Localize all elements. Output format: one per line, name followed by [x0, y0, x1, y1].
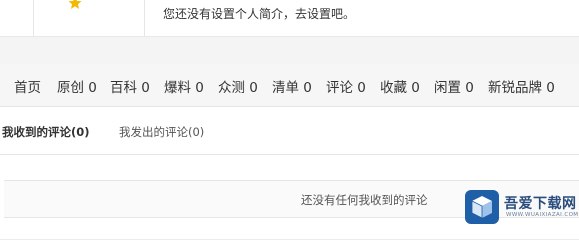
nav-home[interactable]: 首页	[14, 76, 41, 96]
nav-wiki[interactable]: 百科 0	[110, 76, 150, 96]
nav-original[interactable]: 原创 0	[57, 76, 97, 96]
profile-nav: 首页 原创 0 百科 0 爆料 0 众测 0 清单 0 评论 0 收藏 0 闲置…	[0, 64, 579, 107]
section-spacer	[0, 37, 579, 64]
nav-deals[interactable]: 爆料 0	[164, 76, 204, 96]
comment-tabs: 我收到的评论(0) 我发出的评论(0)	[0, 107, 579, 155]
tab-received-comments[interactable]: 我收到的评论(0)	[2, 124, 90, 140]
cube-logo-icon	[465, 190, 499, 224]
empty-state-text: 还没有任何我收到的评论	[301, 193, 428, 207]
star-icon	[68, 0, 82, 9]
watermark-logo: 吾爱下载网 WWW.WUAIXIAZAI.COM	[464, 186, 579, 228]
nav-reviews-test[interactable]: 众测 0	[218, 76, 258, 96]
nav-lists[interactable]: 清单 0	[272, 76, 312, 96]
avatar[interactable]	[33, 0, 145, 36]
nav-new-brands[interactable]: 新锐品牌 0	[488, 76, 555, 96]
watermark-title: 吾爱下载网	[504, 196, 577, 212]
divider	[0, 239, 579, 240]
nav-comments[interactable]: 评论 0	[326, 76, 366, 96]
nav-favorites[interactable]: 收藏 0	[380, 76, 420, 96]
profile-bio-hint[interactable]: 您还没有设置个人简介，去设置吧。	[163, 5, 355, 22]
page: 您还没有设置个人简介，去设置吧。 首页 原创 0 百科 0 爆料 0 众测 0 …	[0, 0, 579, 245]
profile-card: 您还没有设置个人简介，去设置吧。	[0, 0, 579, 37]
tab-sent-comments[interactable]: 我发出的评论(0)	[119, 124, 204, 140]
watermark-subtitle: WWW.WUAIXIAZAI.COM	[506, 212, 579, 218]
nav-secondhand[interactable]: 闲置 0	[434, 76, 474, 96]
